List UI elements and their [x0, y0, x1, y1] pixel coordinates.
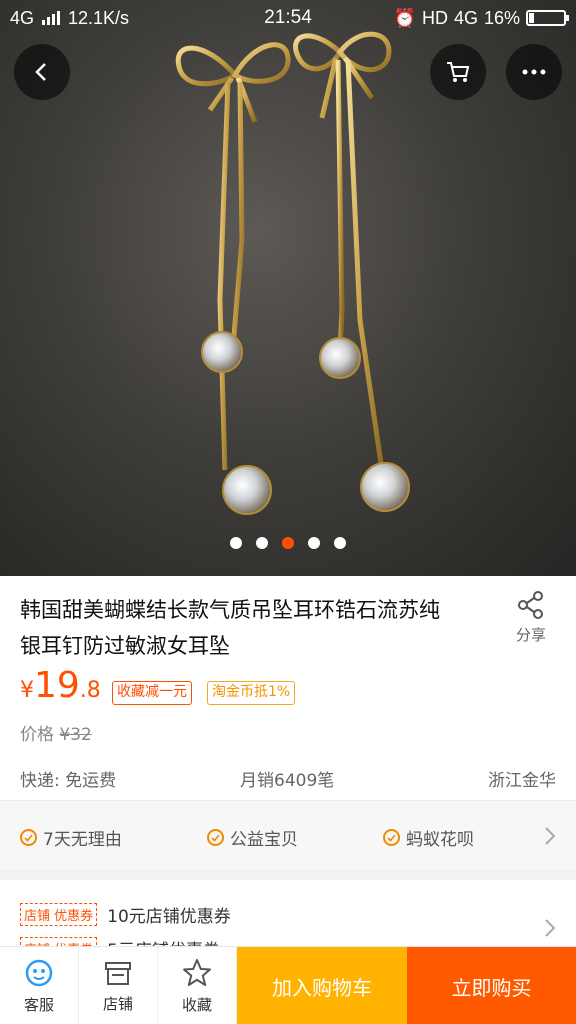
- coupon-item: 店铺 优惠券 10元店铺优惠券: [20, 902, 231, 927]
- service-label: 公益宝贝: [230, 830, 298, 850]
- gallery-dot[interactable]: [256, 537, 268, 549]
- favorite-label: 收藏: [181, 995, 212, 1014]
- back-button[interactable]: [14, 44, 70, 100]
- favorite-button[interactable]: 收藏: [158, 947, 237, 1024]
- service-label: 7天无理由: [43, 830, 122, 850]
- service-item: 7天无理由: [20, 825, 122, 850]
- battery-icon: [526, 10, 569, 26]
- customer-service-button[interactable]: 客服: [0, 947, 79, 1024]
- share-icon: [518, 591, 543, 619]
- promo-tag-favorite: 收藏减一元: [112, 681, 192, 705]
- chevron-right-icon: [545, 827, 556, 845]
- service-label: 蚂蚁花呗: [406, 830, 474, 850]
- shop-button[interactable]: 店铺: [79, 947, 158, 1024]
- signal-icon: [42, 11, 61, 25]
- share-button[interactable]: 分享: [506, 590, 556, 645]
- product-info: 韩国甜美蝴蝶结长款气质吊坠耳环锆石流苏纯银耳钉防过敏淑女耳坠 分享 ¥ 19 .…: [0, 576, 576, 800]
- original-price-label: 价格: [20, 725, 54, 745]
- product-image[interactable]: 4G 12.1K/s 21:54 ⏰ HD 4G 16%: [0, 0, 576, 576]
- network-label-2: 4G: [453, 7, 478, 28]
- network-label: 4G: [10, 7, 35, 28]
- coupons-row[interactable]: 店铺 优惠券 10元店铺优惠券 店铺 优惠券 5元店铺优惠券: [0, 870, 576, 950]
- add-to-cart-button[interactable]: 加入购物车: [237, 947, 407, 1024]
- gallery-dots: [0, 537, 576, 549]
- hd-label: HD: [421, 7, 448, 28]
- battery-percent: 16%: [483, 7, 520, 28]
- check-circle-icon: [383, 829, 400, 846]
- product-title: 韩国甜美蝴蝶结长款气质吊坠耳环锆石流苏纯银耳钉防过敏淑女耳坠: [20, 598, 440, 658]
- coupon-tag: 店铺 优惠券: [20, 903, 98, 926]
- shipping-info: 快递: 免运费: [20, 771, 117, 791]
- earring-photo: [175, 31, 410, 515]
- price: ¥ 19 .8: [20, 668, 101, 704]
- alarm-icon: ⏰: [393, 7, 416, 28]
- original-price: 价格 ¥32: [20, 720, 92, 745]
- monthly-sales: 月销6409笔: [240, 771, 335, 791]
- shop-label: 店铺: [102, 994, 133, 1013]
- price-integer: 19: [34, 665, 80, 706]
- status-bar: 4G 12.1K/s 21:54 ⏰ HD 4G 16%: [0, 0, 576, 36]
- share-label: 分享: [515, 626, 546, 644]
- network-speed: 12.1K/s: [68, 7, 130, 28]
- gallery-dot[interactable]: [308, 537, 320, 549]
- services-row[interactable]: 7天无理由 公益宝贝 蚂蚁花呗: [0, 800, 576, 870]
- star-icon: [183, 958, 211, 986]
- gallery-dot[interactable]: [334, 537, 346, 549]
- ship-location: 浙江金华: [488, 771, 556, 791]
- service-item: 蚂蚁花呗: [383, 825, 474, 850]
- price-symbol: ¥: [20, 678, 34, 703]
- cart-button[interactable]: [430, 44, 486, 100]
- coupon-text: 10元店铺优惠券: [107, 907, 231, 927]
- customer-service-label: 客服: [23, 995, 54, 1014]
- promo-tag-coins: 淘金币抵1%: [207, 681, 296, 705]
- cart-icon: [447, 62, 470, 82]
- more-button[interactable]: [506, 44, 562, 100]
- bottom-bar: 客服 店铺 收藏 加入购物车 立即购买: [0, 946, 576, 1024]
- check-circle-icon: [207, 829, 224, 846]
- check-circle-icon: [20, 829, 37, 846]
- service-item: 公益宝贝: [207, 825, 298, 850]
- shop-icon: [105, 961, 131, 985]
- chevron-right-icon: [545, 919, 556, 937]
- original-price-value: ¥32: [59, 725, 92, 745]
- buy-now-button[interactable]: 立即购买: [407, 947, 576, 1024]
- gallery-dot[interactable]: [230, 537, 242, 549]
- price-decimal: .8: [79, 678, 101, 703]
- customer-service-icon: [25, 959, 53, 986]
- gallery-dot[interactable]: [282, 537, 294, 549]
- chevron-left-icon: [35, 63, 46, 81]
- more-icon: [522, 69, 546, 75]
